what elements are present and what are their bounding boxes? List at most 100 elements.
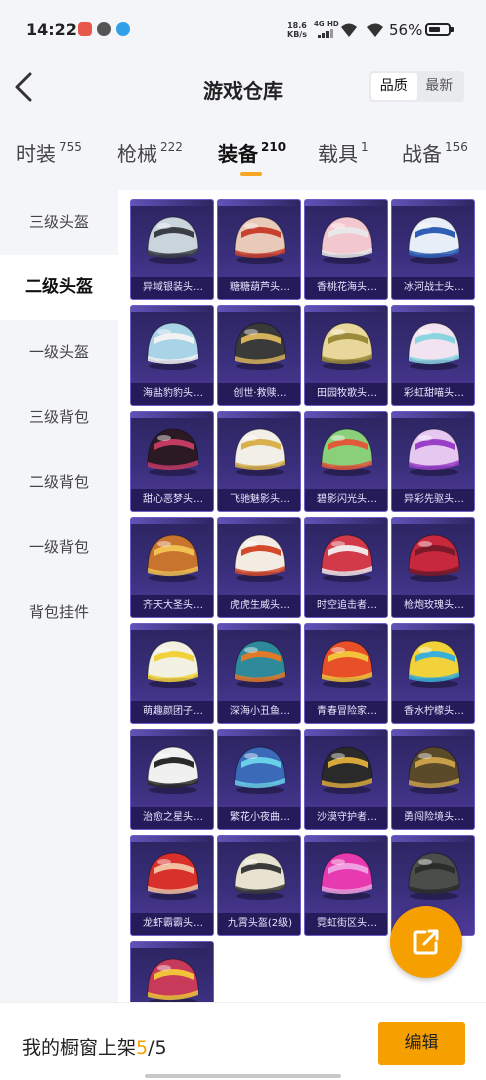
item-card[interactable]: 田园牧歌头… (304, 305, 388, 406)
item-card[interactable]: 萌趣颜团子… (130, 623, 214, 724)
status-bar: 14:22 18.6 KB/s 4G HD 56% (0, 0, 486, 58)
helmet-icon (234, 216, 286, 264)
item-card[interactable]: 九霄头盔(2级) (217, 835, 301, 936)
item-card[interactable]: 飞驰魅影头… (217, 411, 301, 512)
helmet-icon (147, 958, 199, 1002)
sidebar-item-level1-helmet[interactable]: 一级头盔 (0, 320, 118, 385)
edit-button[interactable]: 编辑 (378, 1022, 465, 1065)
clock: 14:22 (26, 20, 77, 39)
item-name: 枪炮玫瑰头… (392, 595, 474, 617)
signal-icon (318, 29, 334, 38)
item-card[interactable]: 治愈之星头… (130, 729, 214, 830)
helmet-icon (408, 216, 460, 264)
item-card[interactable]: 枪炮玫瑰头… (391, 517, 475, 618)
tab-firearms[interactable]: 枪械 222 (117, 138, 183, 167)
sidebar-item-level2-helmet[interactable]: 二级头盔 (0, 255, 118, 320)
item-card[interactable]: 青春冒险家… (304, 623, 388, 724)
sidebar-item-level2-backpack[interactable]: 二级背包 (0, 450, 118, 515)
sidebar-item-level3-backpack[interactable]: 三级背包 (0, 385, 118, 450)
item-card[interactable]: 糖糖葫芦头… (217, 199, 301, 300)
sidebar-item-backpack-charm[interactable]: 背包挂件 (0, 580, 118, 645)
item-card[interactable]: 海盐豹豹头… (130, 305, 214, 406)
item-name: 繁花小夜曲… (218, 807, 300, 829)
helmet-icon (234, 640, 286, 688)
helmet-icon (234, 852, 286, 900)
helmet-icon (234, 428, 286, 476)
item-name: 田园牧歌头… (305, 383, 387, 405)
helmet-icon (147, 216, 199, 264)
item-card[interactable]: 深海小丑鱼… (217, 623, 301, 724)
item-name: 深海小丑鱼… (218, 701, 300, 723)
item-name: 霓虹街区头… (305, 913, 387, 935)
item-card[interactable]: 龙虾霸霸头… (130, 835, 214, 936)
item-card[interactable]: 异域银装头… (130, 199, 214, 300)
helmet-icon (321, 640, 373, 688)
tab-fashion[interactable]: 时装 755 (16, 138, 82, 167)
helmet-icon (321, 852, 373, 900)
item-card[interactable]: 香水柠檬头… (391, 623, 475, 724)
sub-category-sidebar: 三级头盔 二级头盔 一级头盔 三级背包 二级背包 一级背包 背包挂件 (0, 190, 118, 1000)
helmet-icon (321, 746, 373, 794)
item-card[interactable]: 勇闯险境头… (391, 729, 475, 830)
item-name: 青春冒险家… (305, 701, 387, 723)
item-name: 虎虎生威头… (218, 595, 300, 617)
item-name: 龙虾霸霸头… (131, 913, 213, 935)
browser-notification-icon (116, 22, 130, 36)
item-card[interactable]: 虎虎生威头… (217, 517, 301, 618)
item-name: 甜心恶梦头… (131, 489, 213, 511)
helmet-icon (321, 216, 373, 264)
item-card[interactable]: 沙漠守护者… (304, 729, 388, 830)
wifi-icon (341, 23, 357, 37)
battery-icon (425, 23, 451, 36)
network-type: 4G HD (314, 20, 339, 28)
item-card[interactable] (130, 941, 214, 1002)
item-card[interactable]: 繁花小夜曲… (217, 729, 301, 830)
share-button[interactable] (390, 906, 462, 978)
item-card[interactable]: 齐天大圣头… (130, 517, 214, 618)
helmet-icon (234, 322, 286, 370)
sort-newest-option[interactable]: 最新 (417, 73, 463, 100)
helmet-icon (234, 534, 286, 582)
item-grid: 异域银装头… 糖糖葫芦头… 香桃花海头… 冰河战士头… 海盐豹豹头… 创世·救赎… 田园牧歌… (118, 190, 486, 1002)
helmet-icon (408, 534, 460, 582)
item-card[interactable]: 创世·救赎… (217, 305, 301, 406)
sort-toggle: 品质 最新 (369, 71, 464, 102)
item-card[interactable]: 霓虹街区头… (304, 835, 388, 936)
helmet-icon (321, 428, 373, 476)
item-card[interactable]: 时空追击者… (304, 517, 388, 618)
item-card[interactable]: 异彩先驱头… (391, 411, 475, 512)
sort-quality-option[interactable]: 品质 (371, 73, 417, 100)
helmet-icon (321, 534, 373, 582)
tab-vehicles[interactable]: 载具 1 (318, 138, 369, 167)
item-card[interactable]: 碧影闪光头… (304, 411, 388, 512)
helmet-icon (234, 746, 286, 794)
item-name: 创世·救赎… (218, 383, 300, 405)
helmet-icon (147, 746, 199, 794)
item-name: 沙漠守护者… (305, 807, 387, 829)
item-name: 治愈之星头… (131, 807, 213, 829)
sidebar-item-level1-backpack[interactable]: 一级背包 (0, 515, 118, 580)
item-name: 萌趣颜团子… (131, 701, 213, 723)
helmet-icon (147, 640, 199, 688)
home-indicator (145, 1074, 341, 1078)
showcase-bar: 我的橱窗上架5/5 编辑 (0, 1002, 486, 1080)
item-card[interactable]: 彩虹甜喵头… (391, 305, 475, 406)
showcase-status: 我的橱窗上架5/5 (22, 1037, 167, 1059)
item-name: 糖糖葫芦头… (218, 277, 300, 299)
tab-tactical[interactable]: 战备 156 (402, 138, 468, 167)
item-name: 异彩先驱头… (392, 489, 474, 511)
share-icon (413, 929, 439, 955)
tab-equipment[interactable]: 装备 210 (218, 138, 286, 167)
helmet-icon (147, 322, 199, 370)
header: 游戏仓库 品质 最新 (0, 58, 486, 118)
item-card[interactable]: 甜心恶梦头… (130, 411, 214, 512)
helmet-icon (147, 534, 199, 582)
item-card[interactable]: 冰河战士头… (391, 199, 475, 300)
sidebar-item-level3-helmet[interactable]: 三级头盔 (0, 190, 118, 255)
item-name: 彩虹甜喵头… (392, 383, 474, 405)
helmet-icon (408, 640, 460, 688)
chat-notification-icon (97, 22, 111, 36)
item-name: 飞驰魅影头… (218, 489, 300, 511)
item-card[interactable]: 香桃花海头… (304, 199, 388, 300)
item-name: 香桃花海头… (305, 277, 387, 299)
